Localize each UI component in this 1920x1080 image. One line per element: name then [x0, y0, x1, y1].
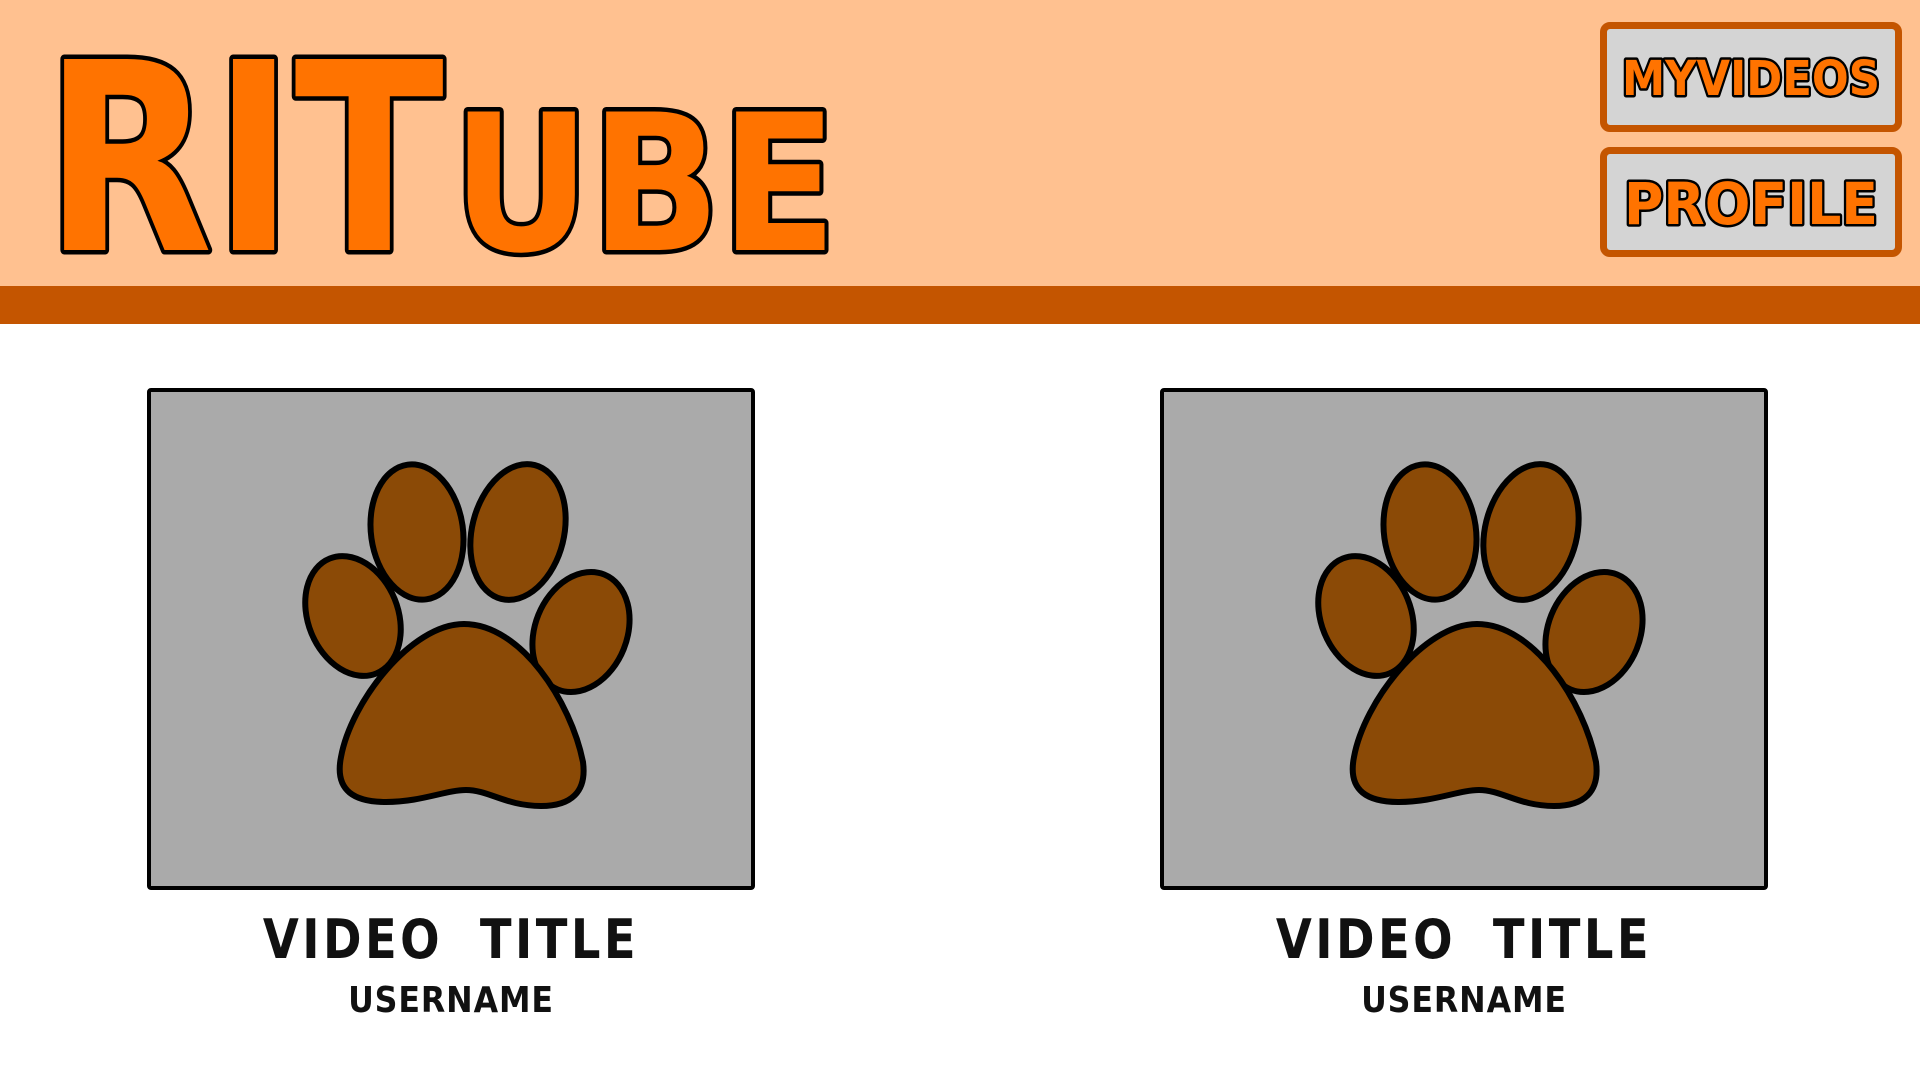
video-card[interactable]: VIDEO TITLE USERNAME	[147, 388, 757, 1021]
header: RIT UBE MYVIDEOS PROFILE	[0, 0, 1920, 286]
video-title[interactable]: VIDEO TITLE	[1203, 908, 1726, 971]
logo-text-ube: UBE	[452, 74, 837, 268]
video-thumbnail[interactable]	[1160, 388, 1768, 890]
ritube-logo[interactable]: RIT UBE	[40, 18, 860, 268]
video-title[interactable]: VIDEO TITLE	[190, 908, 713, 971]
myvideos-button[interactable]: MYVIDEOS	[1600, 22, 1902, 132]
logo-text-rit: RIT	[44, 18, 445, 268]
paw-print-icon	[1315, 461, 1646, 809]
profile-label: PROFILE	[1624, 170, 1878, 238]
profile-button[interactable]: PROFILE	[1600, 147, 1902, 257]
paw-print-icon	[302, 461, 633, 809]
video-username[interactable]: USERNAME	[1196, 980, 1731, 1021]
video-username[interactable]: USERNAME	[183, 980, 718, 1021]
myvideos-label: MYVIDEOS	[1622, 51, 1880, 107]
video-card[interactable]: VIDEO TITLE USERNAME	[1160, 388, 1770, 1021]
video-thumbnail[interactable]	[147, 388, 755, 890]
header-divider	[0, 286, 1920, 324]
